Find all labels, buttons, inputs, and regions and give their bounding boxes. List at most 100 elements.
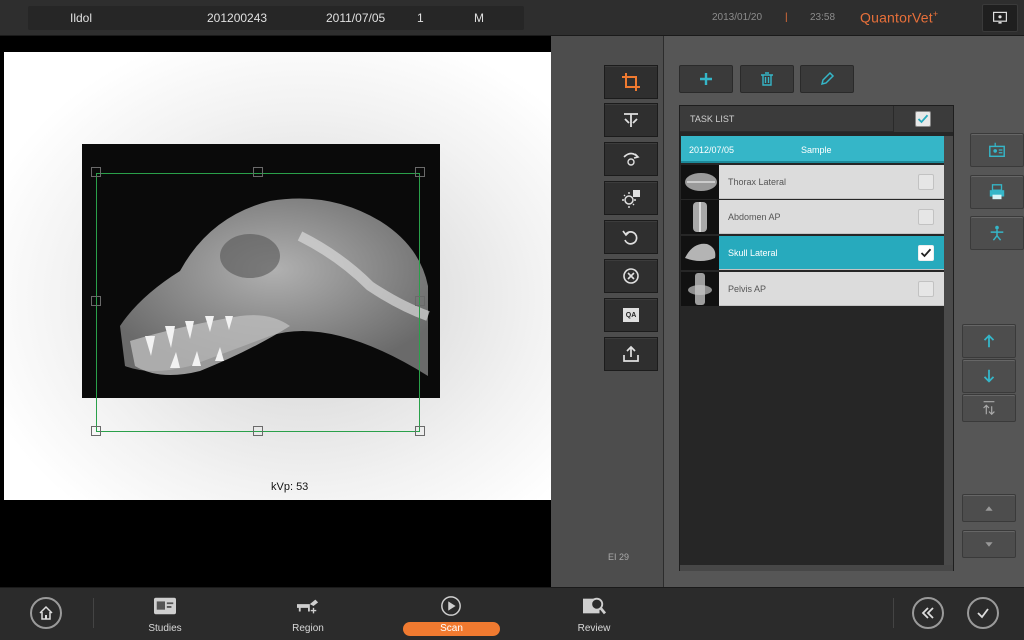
patient-number: 1 (417, 11, 424, 25)
confirm-button[interactable] (967, 597, 999, 629)
nav-divider (93, 598, 94, 628)
nav-label-scan: Scan (440, 623, 463, 634)
undo-rotate-button[interactable] (604, 220, 658, 254)
exposure-index: EI 29 (608, 552, 630, 562)
task-row-pelvis-ap[interactable]: Pelvis AP (681, 272, 944, 306)
task-checkbox[interactable] (918, 245, 934, 261)
reject-image-button[interactable] (604, 259, 658, 293)
reject-icon (623, 268, 639, 284)
crop-icon (622, 73, 640, 91)
move-up-button[interactable] (962, 324, 1016, 358)
patient-id: 201200243 (207, 11, 268, 25)
abdomen-thumbnail (681, 200, 719, 234)
crop-handle-top-left[interactable] (91, 167, 101, 177)
nav-region[interactable]: Region (258, 592, 358, 636)
double-chevron-left-icon (921, 607, 934, 619)
flip-tool-button[interactable] (604, 103, 658, 137)
crop-handle-bottom[interactable] (253, 426, 263, 436)
checkmark-icon (917, 114, 929, 124)
flip-icon (624, 113, 638, 127)
task-row-skull-lateral[interactable]: Skull Lateral (681, 236, 944, 270)
print-button[interactable] (970, 175, 1024, 209)
play-icon (437, 594, 465, 618)
region-icon (294, 594, 322, 618)
thorax-xray-icon (685, 173, 717, 191)
skull-thumbnail (681, 236, 719, 270)
qa-icon: QA (623, 308, 639, 322)
task-label: Skull Lateral (728, 248, 778, 258)
crop-handle-bottom-right[interactable] (415, 426, 425, 436)
monitor-icon (993, 11, 1007, 24)
task-checkbox[interactable] (918, 209, 934, 225)
current-time: 23:58 (810, 12, 836, 23)
skull-xray-icon (685, 243, 716, 261)
task-list-footer (680, 565, 953, 571)
nav-studies[interactable]: Studies (115, 592, 215, 636)
checkmark-icon (920, 248, 932, 258)
nav-review[interactable]: Review (544, 592, 644, 636)
sort-button[interactable] (962, 394, 1016, 422)
check-all-checkbox[interactable] (915, 111, 931, 127)
nav-label: Region (292, 623, 324, 634)
scroll-up-button[interactable] (962, 494, 1016, 522)
rotate-arrows-icon (623, 152, 640, 166)
nav-label: Review (577, 623, 611, 634)
task-row-abdomen-ap[interactable]: Abdomen AP (681, 200, 944, 234)
patient-sex: M (474, 11, 484, 25)
task-row-thorax-lateral[interactable]: Thorax Lateral (681, 165, 944, 199)
nav-divider (893, 598, 894, 628)
thorax-thumbnail (681, 165, 719, 199)
kvp-overlay: kVp: 53 (271, 481, 309, 493)
brightness-tool-button[interactable] (604, 181, 658, 215)
nav-label: Studies (148, 623, 182, 634)
rotate-left-icon (622, 230, 638, 245)
scroll-down-button[interactable] (962, 530, 1016, 558)
header-separator: | (785, 12, 788, 23)
qa-button[interactable]: QA (604, 298, 658, 332)
pencil-icon (820, 71, 835, 86)
task-checkbox[interactable] (918, 281, 934, 297)
birth-date: 2011/07/05 (326, 11, 386, 25)
add-task-button[interactable] (679, 65, 733, 93)
brand-mark: + (932, 9, 939, 19)
crop-handle-right[interactable] (415, 296, 425, 306)
sort-icon (983, 401, 995, 416)
rotate-tool-button[interactable] (604, 142, 658, 176)
task-label: Abdomen AP (728, 212, 781, 222)
home-button[interactable] (30, 597, 62, 629)
edit-task-button[interactable] (800, 65, 854, 93)
crop-handle-top[interactable] (253, 167, 263, 177)
review-icon (580, 594, 608, 618)
pelvis-thumbnail (681, 272, 719, 306)
id-card-icon (989, 142, 1005, 158)
task-list-scrollbar[interactable] (944, 136, 953, 566)
delete-task-button[interactable] (740, 65, 794, 93)
patient-info-button[interactable] (970, 133, 1024, 167)
plus-icon (700, 73, 712, 85)
brightness-icon (622, 190, 640, 208)
crop-handle-left[interactable] (91, 296, 101, 306)
crop-tool-button[interactable] (604, 65, 658, 99)
current-date: 2013/01/20 (712, 12, 763, 23)
display-settings-button[interactable] (982, 4, 1018, 32)
crop-handle-top-right[interactable] (415, 167, 425, 177)
task-checkbox[interactable] (918, 174, 934, 190)
triangle-down-icon (985, 542, 993, 547)
patient-name: Ildol (70, 11, 93, 25)
brand-name: QuantorVet (860, 9, 933, 26)
abdomen-xray-icon (693, 202, 707, 232)
trash-icon (761, 72, 773, 86)
task-label: Thorax Lateral (728, 177, 787, 187)
brand-logo: QuantorVet+ (860, 9, 938, 26)
printer-icon (989, 184, 1005, 200)
positioning-button[interactable] (970, 216, 1024, 250)
study-name: Sample (801, 145, 832, 155)
body-position-icon (990, 225, 1004, 241)
crop-region[interactable] (96, 173, 420, 432)
pelvis-xray-icon (688, 273, 712, 305)
crop-handle-bottom-left[interactable] (91, 426, 101, 436)
move-down-button[interactable] (962, 359, 1016, 393)
export-button[interactable] (604, 337, 658, 371)
previous-button[interactable] (912, 597, 944, 629)
check-circle-icon (977, 608, 989, 619)
